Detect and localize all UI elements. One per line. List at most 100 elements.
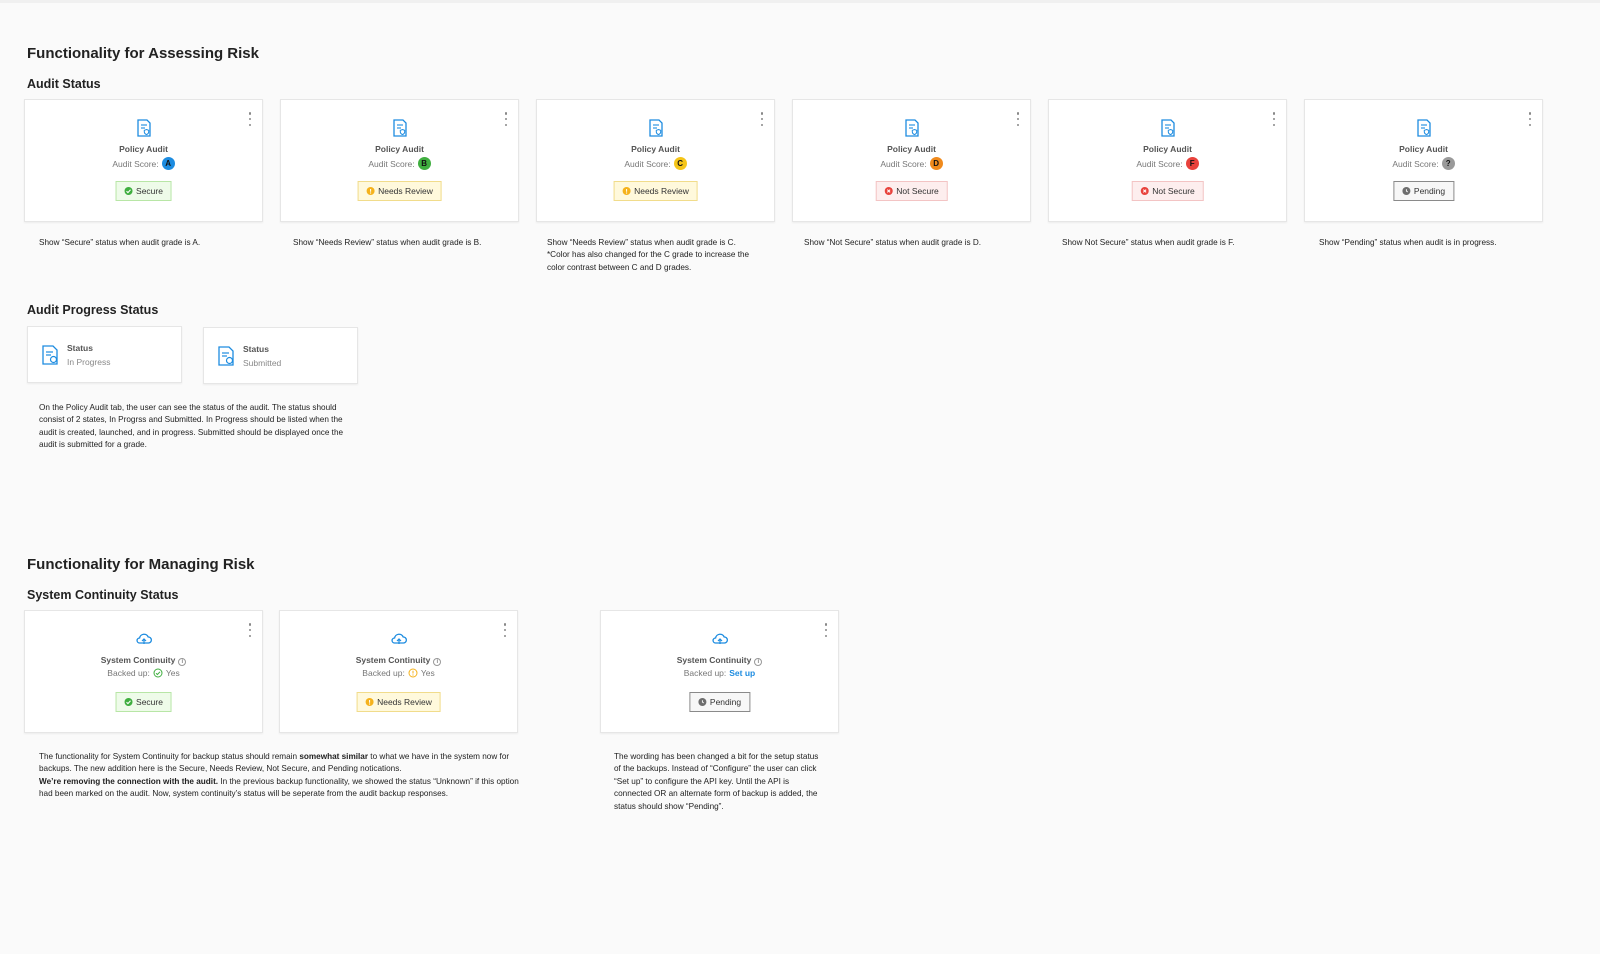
policy-document-icon [136, 119, 151, 137]
grade-badge: ? [1441, 157, 1455, 170]
backed-up-label: Backed up: [107, 668, 150, 678]
policy-audit-card[interactable]: Policy Audit Audit Score: B Needs Review [280, 99, 519, 222]
policy-document-icon [648, 119, 663, 137]
document-check-icon [218, 346, 234, 366]
progress-note: On the Policy Audit tab, the user can se… [39, 403, 344, 450]
audit-card-note: Show “Not Secure” status when audit grad… [804, 238, 982, 247]
more-options-icon[interactable] [248, 112, 252, 126]
audit-score-label: Audit Score: [368, 158, 415, 169]
status-badge: Secure [115, 692, 172, 712]
info-icon[interactable]: i [754, 658, 763, 666]
status-badge-label: Pending [709, 697, 742, 707]
policy-document-icon [1416, 119, 1431, 137]
status-badge: Not Secure [1131, 181, 1204, 201]
continuity-note-left: The functionality for System Continuity … [39, 752, 519, 799]
status-card-submitted[interactable]: Status Submitted [203, 327, 358, 384]
card-title: Policy Audit [1399, 144, 1448, 154]
more-options-icon[interactable] [760, 112, 764, 126]
audit-progress-title: Audit Progress Status [27, 303, 159, 317]
manage-section-title: Functionality for Managing Risk [27, 556, 255, 573]
backed-up-value: Yes [165, 668, 180, 678]
policy-audit-card[interactable]: Policy Audit Audit Score: D Not Secure [792, 99, 1031, 222]
audit-card-note: Show “Pending” status when audit is in p… [1319, 238, 1497, 247]
info-icon[interactable]: i [433, 658, 442, 666]
backed-up-label: Backed up: [362, 668, 405, 678]
check-circle-icon [124, 698, 133, 706]
status-badge-label: Pending [1413, 186, 1446, 196]
more-options-icon[interactable] [503, 623, 507, 637]
grade-badge: A [161, 157, 175, 170]
audit-score-label: Audit Score: [624, 158, 671, 169]
continuity-title: System Continuity Status [27, 588, 179, 602]
info-icon[interactable]: i [178, 658, 187, 666]
policy-document-icon [392, 119, 407, 137]
more-options-icon[interactable] [1016, 112, 1020, 126]
status-card-in-progress[interactable]: Status In Progress [27, 326, 182, 383]
system-continuity-card[interactable]: System Continuity i Backed up: Set up Pendin… [600, 610, 839, 733]
status-badge: Pending [1392, 181, 1455, 201]
card-title: Policy Audit [1143, 144, 1192, 154]
status-badge-label: Secure [136, 697, 163, 707]
system-continuity-card[interactable]: System Continuity i Backed up: Yes Needs Rev… [279, 610, 518, 733]
top-divider [0, 0, 1600, 3]
policy-document-icon [904, 119, 919, 137]
warning-circle-outline-icon [408, 668, 418, 678]
assess-section-title: Functionality for Assessing Risk [27, 45, 259, 62]
status-label: Status [67, 343, 93, 353]
set-up-link[interactable]: Set up [729, 668, 755, 678]
status-badge: Needs Review [356, 692, 441, 712]
card-title: Policy Audit [375, 144, 424, 154]
x-circle-icon [884, 187, 893, 195]
card-title: Policy Audit [631, 144, 680, 154]
cloud-backup-icon [390, 633, 407, 644]
status-badge-label: Secure [136, 186, 163, 196]
warning-circle-icon [365, 698, 374, 706]
grade-badge: C [673, 157, 687, 170]
status-badge: Not Secure [875, 181, 948, 201]
policy-audit-card[interactable]: Policy Audit Audit Score: A Secure [24, 99, 263, 222]
more-options-icon[interactable] [824, 623, 828, 637]
status-badge: Pending [688, 692, 751, 712]
more-options-icon[interactable] [504, 112, 508, 126]
policy-document-icon [1160, 119, 1175, 137]
cloud-backup-icon [135, 633, 152, 644]
clock-icon [1401, 187, 1410, 195]
card-title: System Continuity [676, 655, 752, 665]
status-badge-label: Needs Review [377, 697, 432, 707]
audit-card-note: Show “Secure” status when audit grade is… [39, 238, 201, 247]
warning-circle-icon [366, 187, 375, 195]
status-badge-label: Needs Review [378, 186, 433, 196]
policy-audit-card[interactable]: Policy Audit Audit Score: C Needs Review [536, 99, 775, 222]
status-value: In Progress [67, 357, 111, 367]
audit-score-label: Audit Score: [880, 158, 927, 169]
status-badge: Secure [115, 181, 172, 201]
card-title: Policy Audit [887, 144, 936, 154]
grade-badge: F [1185, 157, 1199, 170]
audit-card-note: Show “Needs Review” status when audit gr… [293, 238, 482, 247]
grade-badge: B [417, 157, 431, 170]
audit-score-label: Audit Score: [112, 158, 159, 169]
status-badge-label: Not Secure [1152, 186, 1195, 196]
audit-card-note: Show “Needs Review” status when audit gr… [547, 238, 750, 272]
warning-circle-icon [622, 187, 631, 195]
card-title: System Continuity [100, 655, 176, 665]
system-continuity-card[interactable]: System Continuity i Backed up: Yes Secure [24, 610, 263, 733]
check-circle-outline-icon [153, 668, 163, 678]
status-badge: Needs Review [613, 181, 698, 201]
policy-audit-card[interactable]: Policy Audit Audit Score:? Pending [1304, 99, 1543, 222]
x-circle-icon [1140, 187, 1149, 195]
status-badge: Needs Review [357, 181, 442, 201]
audit-status-title: Audit Status [27, 77, 101, 91]
more-options-icon[interactable] [1528, 112, 1532, 126]
document-check-icon [42, 345, 58, 365]
more-options-icon[interactable] [1272, 112, 1276, 126]
check-circle-icon [124, 187, 133, 195]
card-title: Policy Audit [119, 144, 168, 154]
status-badge-label: Not Secure [896, 186, 939, 196]
audit-card-note: Show Not Secure” status when audit grade… [1062, 238, 1235, 247]
grade-badge: D [929, 157, 943, 170]
status-badge-label: Needs Review [634, 186, 689, 196]
more-options-icon[interactable] [248, 623, 252, 637]
policy-audit-card[interactable]: Policy Audit Audit Score: F Not Secure [1048, 99, 1287, 222]
cloud-backup-icon [711, 633, 728, 644]
